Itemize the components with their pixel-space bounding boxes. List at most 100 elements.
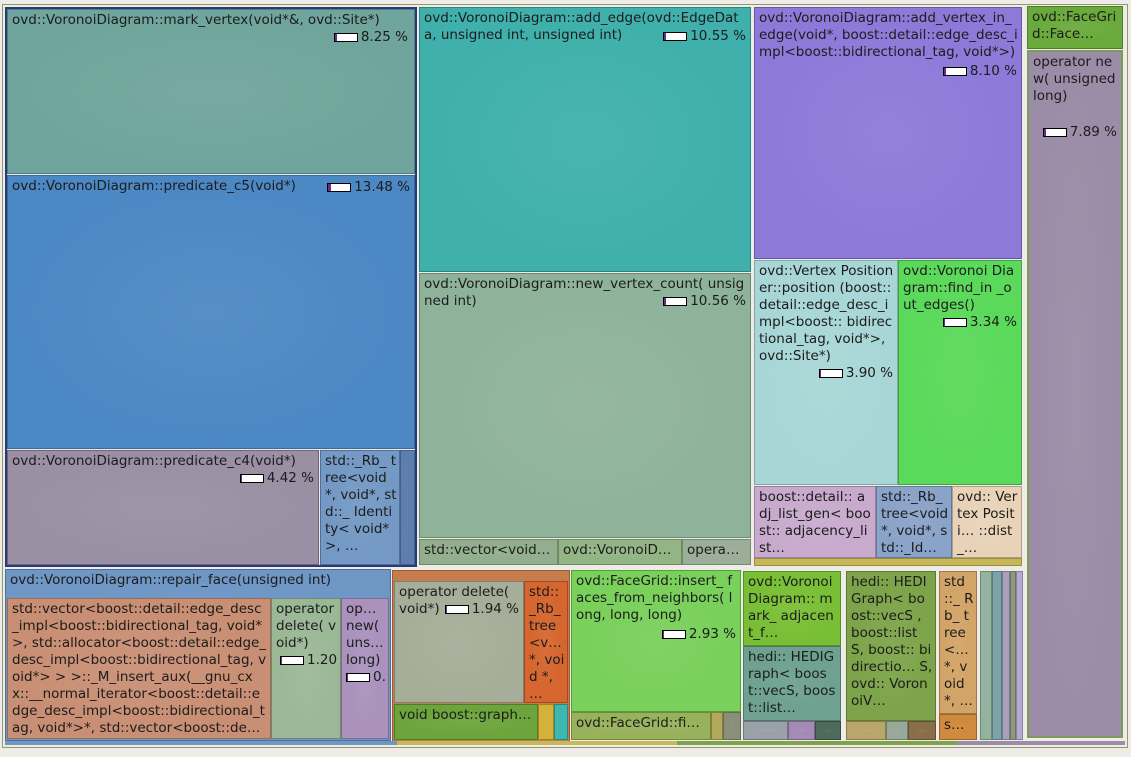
cell-tiny-left[interactable] [400, 450, 415, 565]
cell-label: ovd::VoronoiDiagram::predicate_c4(void*) [12, 453, 296, 469]
cell-label: ovd::Vertex Positioner::position (boost:… [759, 263, 894, 364]
cell-sliver-r2[interactable] [992, 571, 1002, 740]
cell-facegrid-top[interactable]: ovd::FaceGrid::Face… [1027, 6, 1123, 49]
percent-bar [239, 474, 264, 483]
percent-value: 8.25 % [360, 29, 408, 45]
cell-sliver-olive[interactable] [711, 712, 723, 740]
cell-sliver-brown[interactable] [908, 721, 936, 740]
percent-bar [942, 67, 967, 76]
cell-rb-tree-orange[interactable]: std:: _Rb_ tree <v… *, void *, … [524, 581, 568, 703]
percent-bar [327, 183, 352, 192]
percent-value: 10.56 % [690, 293, 746, 309]
percent-value: 3.90 % [845, 365, 893, 381]
cell-percent: 3.90 % [818, 365, 893, 382]
cell-sliver-right-mid[interactable] [754, 558, 1022, 566]
cell-sliver-r1[interactable] [980, 571, 992, 740]
cell-operator-delete-mid[interactable]: operator delete( void*) 1.94 % [394, 581, 524, 703]
cell-sliver-grey-c[interactable] [886, 721, 908, 740]
cell-percent: 3.34 % [942, 314, 1017, 331]
cell-s-small[interactable]: s… [939, 714, 977, 740]
cell-predicate-c5[interactable]: ovd::VoronoiDiagram::predicate_c5(void*)… [7, 175, 415, 449]
cell-percent: 8.10 % [942, 63, 1017, 80]
percent-bar [333, 33, 358, 42]
cell-operator-new[interactable]: operator new( unsigned long) 7.89 % [1027, 50, 1123, 738]
cell-sliver-grey-b[interactable] [743, 721, 788, 740]
cell-sliver-r3[interactable] [1002, 571, 1010, 740]
cell-label: std::vector<boost::detail::edge_desc_imp… [12, 601, 267, 736]
cell-hedi-graph-a[interactable]: hedi:: HEDIGraph< boost::vecS, boost::li… [743, 646, 841, 721]
percent-bar [663, 32, 688, 41]
cell-adj-list-gen[interactable]: boost::detail:: adj_list_gen< boost:: ad… [754, 486, 876, 558]
cell-percent: 13.48 % [327, 179, 410, 196]
cell-vertex-positioner-dist[interactable]: ovd:: Vertex Positi… ::dist_… [952, 486, 1022, 558]
percent-bar [663, 297, 688, 306]
cell-percent: 1.94 % [444, 601, 519, 618]
cell-label: std:: _Rb_ tree <v… *, void *, … [529, 584, 567, 702]
cell-label: ovd::Voronoi Diagram:: mark_ adjacent_f… [748, 574, 837, 641]
cell-void-boost-graph[interactable]: void boost::graph… [394, 704, 538, 740]
cell-label: operator new( unsigned long) [1033, 54, 1120, 104]
percent-bar [818, 369, 843, 378]
cell-add-edge[interactable]: ovd::VoronoiDiagram::add_edge(ovd::EdgeD… [419, 7, 751, 272]
cell-label: std ::_ Rb_ tree <… *, void *, … [944, 574, 974, 709]
cell-label: ovd::FaceGrid::fi… [576, 715, 700, 731]
cell-opera[interactable]: opera… [682, 539, 751, 565]
percent-value: 8.10 % [969, 63, 1017, 79]
cell-label: opera… [687, 542, 740, 558]
cell-percent: 10.56 % [663, 293, 746, 310]
cell-percent: 1.20 % [280, 652, 340, 669]
cell-add-vertex-in-edge[interactable]: ovd::VoronoiDiagram::add_vertex_in_edge(… [754, 7, 1022, 259]
cell-vector-void[interactable]: std::vector<void… [419, 539, 558, 565]
cell-sliver-purple[interactable] [788, 721, 815, 740]
percent-value: 0. [373, 669, 386, 685]
cell-sliver-grey[interactable] [723, 712, 741, 740]
cell-sliver-teal[interactable] [554, 704, 568, 740]
percent-bar [280, 656, 304, 665]
cell-std-rb-small[interactable]: std ::_ Rb_ tree <… *, void *, … [939, 571, 977, 714]
percent-bar [444, 605, 469, 614]
cell-predicate-c4[interactable]: ovd::VoronoiDiagram::predicate_c4(void*)… [7, 450, 319, 565]
percent-bar [346, 673, 370, 682]
percent-value: 2.93 % [688, 626, 736, 642]
cell-vertex-positioner[interactable]: ovd::Vertex Positioner::position (boost:… [754, 260, 898, 485]
cell-sliver-tan[interactable] [846, 721, 886, 740]
cell-find-in-out-edges[interactable]: ovd::Voronoi Diagram::find_in _out_edges… [898, 260, 1022, 485]
cell-percent: 10.55 % [663, 28, 746, 45]
cell-percent: 2.93 % [661, 626, 736, 643]
cell-mark-adjacent[interactable]: ovd::Voronoi Diagram:: mark_ adjacent_f… [743, 571, 841, 646]
cell-rb-tree-mid[interactable]: std::_Rb_ tree<void *, void*, std::_Id… [876, 486, 952, 558]
cell-percent: 8.25 % [333, 29, 408, 46]
cell-percent: 7.89 % [1042, 124, 1117, 141]
cell-insert-faces[interactable]: ovd::FaceGrid::insert_ faces_from_neighb… [571, 570, 741, 712]
cell-label: ovd::VoronoiDiagram::mark_vertex(void*&,… [12, 12, 380, 28]
cell-label: ovd:: Vertex Positi… ::dist_… [957, 489, 1018, 556]
percent-value: 3.34 % [969, 314, 1017, 330]
cell-op-new-small[interactable]: op… new( uns… long) 0. [341, 598, 389, 739]
cell-rb-tree-left[interactable]: std::_Rb_ tree<void *, void*, std::_ Ide… [320, 450, 400, 565]
cell-sliver-r5[interactable] [1016, 571, 1023, 740]
cell-label: ovd::VoronoiDiagram::add_vertex_in_edge(… [759, 10, 1018, 60]
percent-bar [1042, 128, 1067, 137]
percent-bar [661, 630, 686, 639]
cell-new-vertex-count[interactable]: ovd::VoronoiDiagram::new_vertex_count( u… [419, 273, 751, 538]
cell-percent: 0. [346, 669, 386, 686]
cell-label: boost::detail:: adj_list_gen< boost:: ad… [759, 489, 871, 556]
cell-sliver-dark[interactable] [815, 721, 841, 740]
percent-value: 7.89 % [1069, 124, 1117, 140]
cell-label: s… [944, 717, 965, 733]
cell-operator-delete-left[interactable]: operator delete( void*) 1.20 % [271, 598, 341, 739]
cell-label: ovd::Voronoi Diagram::find_in _out_edges… [903, 263, 1015, 313]
cell-voronoi-d[interactable]: ovd::VoronoiD… [558, 539, 682, 565]
percent-value: 1.20 % [307, 652, 340, 668]
cell-sliver-yellow[interactable] [538, 704, 554, 740]
cell-percent: 4.42 % [239, 470, 314, 487]
cell-label: operator delete( void*) [276, 601, 339, 651]
cell-mark-vertex[interactable]: ovd::VoronoiDiagram::mark_vertex(void*&,… [7, 9, 415, 174]
percent-bar [942, 318, 967, 327]
percent-value: 13.48 % [354, 179, 410, 195]
cell-facegrid-fi[interactable]: ovd::FaceGrid::fi… [571, 712, 711, 740]
cell-label: op… new( uns… long) [346, 601, 388, 668]
cell-hedi-graph-b[interactable]: hedi:: HEDIGraph< boost::vecS , boost::l… [846, 571, 936, 721]
cell-label: std::_Rb_ tree<void *, void*, std::_ Ide… [325, 453, 397, 554]
cell-vector-edge-desc[interactable]: std::vector<boost::detail::edge_desc_imp… [7, 598, 271, 739]
